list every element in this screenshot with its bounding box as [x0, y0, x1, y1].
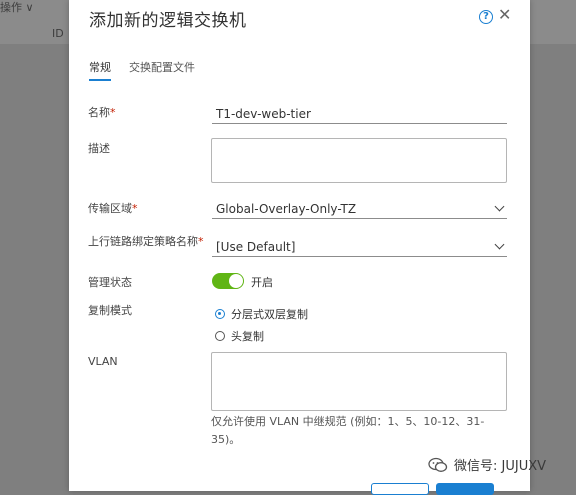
radio-hierarchical-two-tier[interactable]: [215, 309, 225, 319]
transport-zone-value: Global-Overlay-Only-TZ: [216, 202, 357, 216]
replication-mode-label: 复制模式: [88, 304, 132, 317]
background-action-menu: 操作 ∨: [0, 1, 34, 14]
description-label: 描述: [88, 142, 110, 155]
radio-hierarchical-two-tier-label[interactable]: 分层式双层复制: [231, 306, 308, 322]
wechat-icon: [428, 457, 448, 477]
chevron-down-icon: [494, 239, 505, 250]
vlan-label: VLAN: [88, 355, 118, 368]
cancel-button[interactable]: [371, 483, 429, 495]
vlan-hint: 仅允许使用 VLAN 中继规范 (例如：1、5、10-12、31-35)。: [211, 415, 485, 446]
radio-head-replication-label[interactable]: 头复制: [231, 328, 264, 344]
description-textarea[interactable]: [211, 138, 507, 183]
transport-zone-label: 传输区域*: [88, 202, 138, 215]
vlan-textarea[interactable]: [211, 352, 507, 411]
uplink-policy-label: 上行链路绑定策略名称*: [88, 235, 204, 248]
uplink-policy-value: [Use Default]: [216, 240, 296, 254]
chevron-down-icon: [494, 201, 505, 212]
help-icon[interactable]: ?: [479, 10, 493, 24]
watermark-text: 微信号: JUJUXV: [454, 459, 547, 474]
close-icon[interactable]: ✕: [498, 6, 511, 24]
name-input[interactable]: T1-dev-web-tier: [212, 104, 507, 124]
transport-zone-select[interactable]: Global-Overlay-Only-TZ: [212, 199, 507, 219]
name-label: 名称*: [88, 106, 116, 119]
uplink-policy-select[interactable]: [Use Default]: [212, 237, 507, 257]
admin-state-toggle[interactable]: [212, 273, 244, 289]
admin-state-value: 开启: [251, 276, 273, 289]
toggle-knob: [229, 274, 243, 288]
tab-switching-profiles[interactable]: 交换配置文件: [129, 59, 195, 75]
tab-general[interactable]: 常规: [89, 59, 111, 81]
background-id-column-header: ID: [52, 27, 64, 40]
watermark: 微信号: JUJUXV: [428, 455, 546, 477]
admin-state-label: 管理状态: [88, 276, 132, 289]
radio-head-replication[interactable]: [215, 331, 225, 341]
dialog-title: 添加新的逻辑交换机: [89, 11, 247, 31]
add-logical-switch-dialog: 添加新的逻辑交换机 ? ✕ 常规 交换配置文件 名称* T1-dev-web-t…: [69, 0, 530, 495]
save-button[interactable]: [436, 483, 494, 495]
